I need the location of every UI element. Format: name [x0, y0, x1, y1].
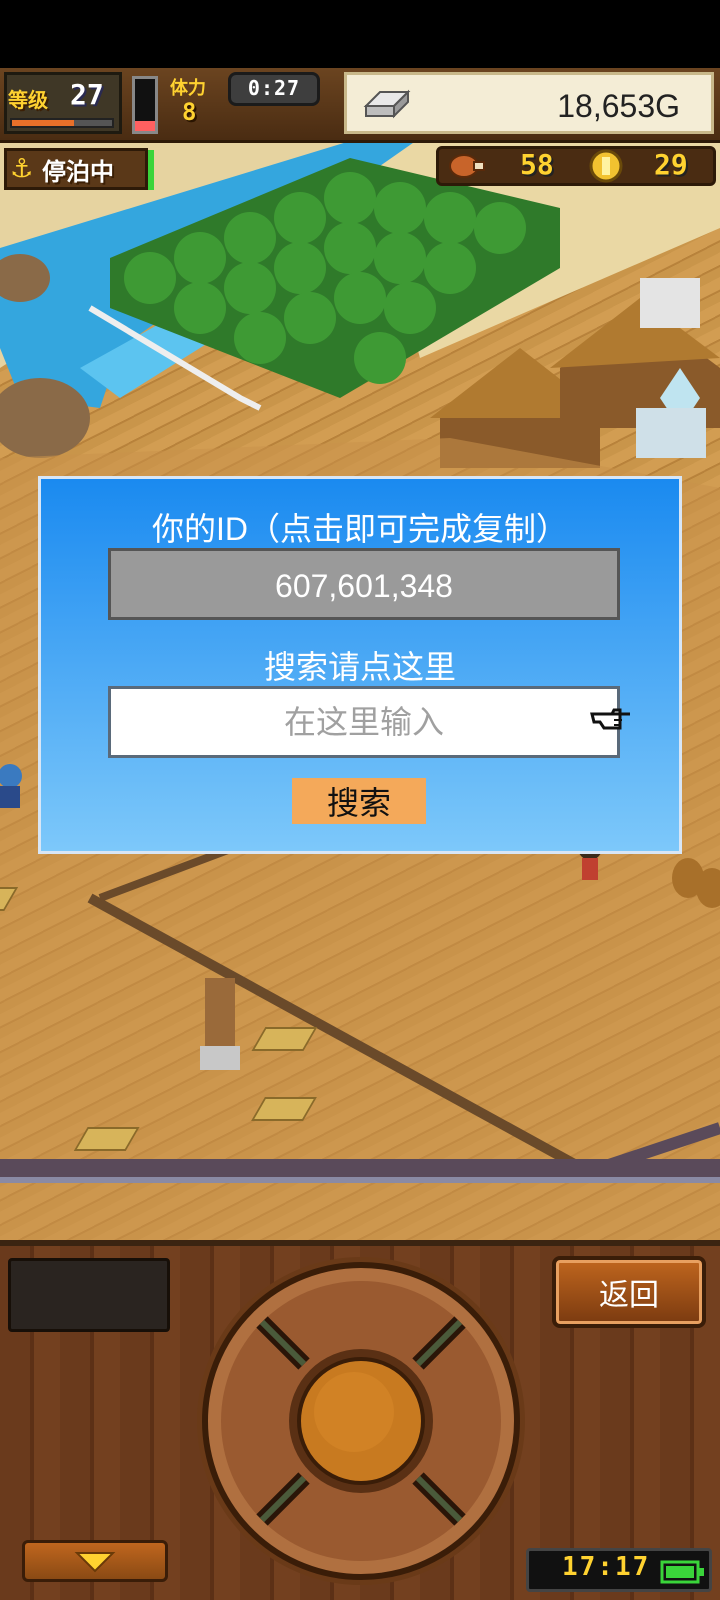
down-arrow-button[interactable] [22, 1540, 168, 1582]
food-count: 58 [520, 148, 554, 181]
battery-icon [660, 1560, 704, 1584]
level-value: 27 [70, 78, 104, 111]
stamina-gauge-fill [135, 121, 155, 131]
level-progress-fill [12, 120, 74, 126]
gold-coin-icon [589, 149, 623, 183]
silver-bar-icon [363, 89, 411, 119]
status-label: 停泊中 [42, 158, 114, 186]
down-arrow-icon [74, 1552, 116, 1573]
search-button[interactable]: 搜索 [292, 778, 426, 824]
anchor-icon: ⚓ [10, 154, 34, 184]
level-label: 等级 [8, 88, 48, 112]
pointing-hand-icon [590, 708, 630, 730]
search-input[interactable] [108, 686, 620, 758]
status-indicator [148, 150, 154, 190]
player-id-value[interactable]: 607,601,348 [108, 568, 620, 605]
roast-meat-icon [449, 154, 485, 178]
stamina-value: 8 [182, 98, 197, 126]
medal-count: 29 [654, 148, 688, 181]
clock-value: 17:17 [562, 1552, 651, 1582]
info-screen [8, 1258, 170, 1332]
back-button[interactable]: 返回 [552, 1256, 706, 1328]
dialog-title: 你的ID（点击即可完成复制） [151, 511, 568, 547]
gold-amount: 18,653G [557, 88, 680, 124]
stamina-label: 体力 [170, 78, 206, 99]
directional-wheel[interactable] [194, 1254, 528, 1588]
timer-value: 0:27 [247, 76, 301, 100]
search-heading: 搜索请点这里 [263, 649, 456, 685]
